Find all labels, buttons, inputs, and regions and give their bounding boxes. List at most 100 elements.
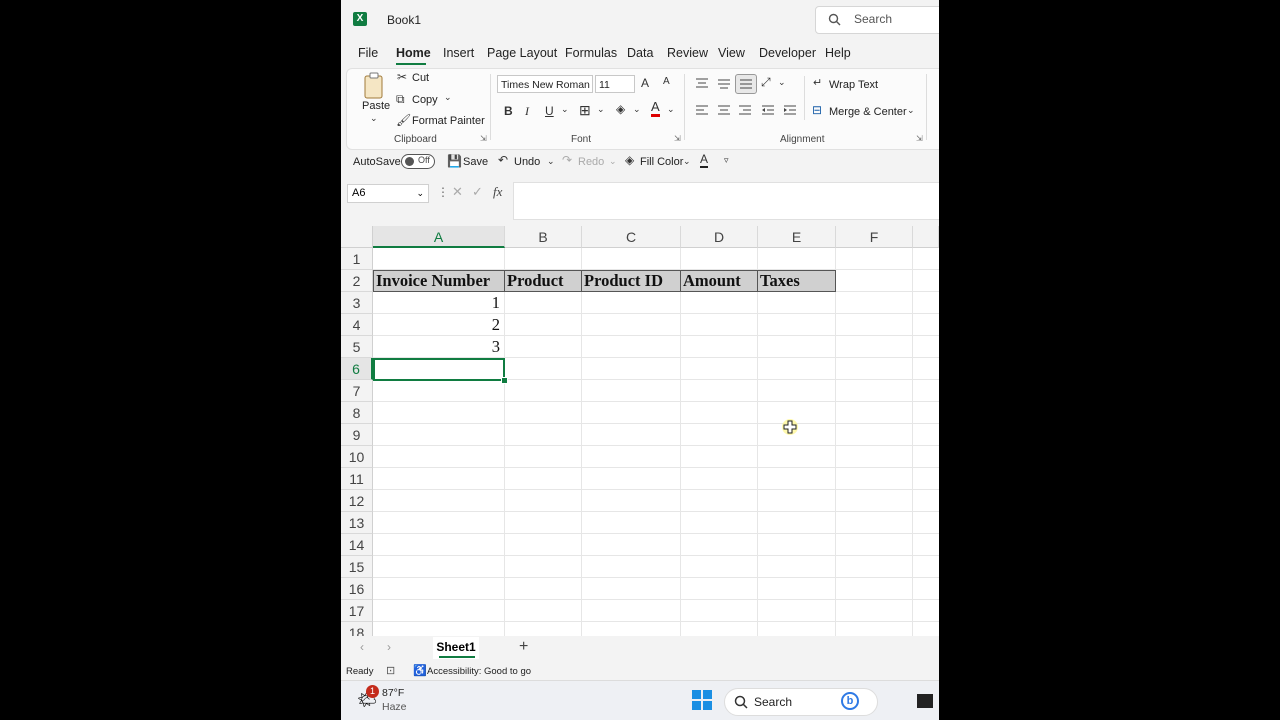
row-header[interactable]: 16: [341, 578, 373, 600]
insert-function-icon[interactable]: fx: [493, 184, 502, 200]
row-header[interactable]: 7: [341, 380, 373, 402]
name-box-dropdown-icon[interactable]: ⌄: [416, 185, 424, 202]
row-header[interactable]: 8: [341, 402, 373, 424]
align-top-icon[interactable]: [695, 77, 709, 89]
header-cell-taxes[interactable]: Taxes: [757, 270, 836, 292]
weather-temp[interactable]: 87°F: [382, 687, 404, 699]
header-cell-amount[interactable]: Amount: [680, 270, 758, 292]
redo-dropdown-icon[interactable]: ⌄: [609, 156, 617, 167]
add-sheet-button[interactable]: +: [519, 638, 528, 656]
task-view-icon[interactable]: [917, 694, 933, 708]
cell-a5[interactable]: 3: [373, 336, 504, 358]
row-header[interactable]: 14: [341, 534, 373, 556]
alignment-launcher-icon[interactable]: ⇲: [916, 134, 923, 143]
underline-dropdown-icon[interactable]: ⌄: [561, 104, 569, 115]
paste-label[interactable]: Paste: [362, 100, 390, 112]
column-header-d[interactable]: D: [681, 226, 758, 248]
cancel-entry-icon[interactable]: ✕: [452, 184, 463, 200]
accessibility-status[interactable]: Accessibility: Good to go: [427, 666, 531, 677]
align-right-icon[interactable]: [738, 104, 752, 116]
row-header[interactable]: 1: [341, 248, 373, 270]
fill-color-icon[interactable]: ◈: [616, 102, 625, 116]
tab-view[interactable]: View: [718, 46, 745, 60]
header-cell-product[interactable]: Product: [504, 270, 582, 292]
windows-start-icon[interactable]: [692, 690, 712, 710]
font-size-combo[interactable]: 11: [595, 75, 635, 93]
spreadsheet-grid[interactable]: A B C D E F 1 2 3 4 5 6 7 8 9 10 11 12 1…: [341, 226, 939, 644]
paste-button[interactable]: [362, 72, 386, 100]
column-header-g[interactable]: [913, 226, 939, 248]
column-header-f[interactable]: F: [836, 226, 913, 248]
scroll-right-icon[interactable]: ›: [387, 640, 391, 654]
tab-formulas[interactable]: Formulas: [565, 46, 617, 60]
grow-font-button[interactable]: A: [641, 76, 649, 90]
row-header[interactable]: 15: [341, 556, 373, 578]
cell-a3[interactable]: 1: [373, 292, 504, 314]
row-header[interactable]: 17: [341, 600, 373, 622]
header-cell-invoice-number[interactable]: Invoice Number: [373, 270, 505, 292]
save-button[interactable]: Save: [463, 156, 488, 168]
font-color-button[interactable]: A: [651, 100, 660, 117]
formula-input[interactable]: [513, 182, 939, 220]
row-header[interactable]: 9: [341, 424, 373, 446]
wrap-text-button[interactable]: Wrap Text: [829, 79, 878, 91]
merge-center-button[interactable]: Merge & Center: [829, 106, 907, 118]
more-options-icon[interactable]: ⋮: [437, 185, 449, 199]
cut-button[interactable]: Cut: [412, 72, 429, 84]
fill-handle[interactable]: [501, 377, 508, 384]
align-bottom-button[interactable]: [735, 74, 757, 94]
taskbar-search[interactable]: Search b: [724, 688, 878, 716]
macro-record-icon[interactable]: ⊡: [386, 664, 395, 677]
header-cell-product-id[interactable]: Product ID: [581, 270, 681, 292]
font-color-qat-button[interactable]: A: [700, 153, 709, 168]
merge-dropdown-icon[interactable]: ⌄: [907, 105, 915, 116]
row-header[interactable]: 5: [341, 336, 373, 358]
shrink-font-button[interactable]: A: [663, 76, 670, 87]
tab-developer[interactable]: Developer: [759, 46, 816, 60]
tab-home[interactable]: Home: [396, 46, 431, 60]
bold-button[interactable]: B: [504, 104, 513, 118]
row-header[interactable]: 6: [341, 358, 373, 380]
orientation-icon[interactable]: ⤢: [761, 75, 771, 90]
column-header-b[interactable]: B: [505, 226, 582, 248]
fill-color-dropdown-icon[interactable]: ⌄: [633, 104, 641, 115]
cell-a4[interactable]: 2: [373, 314, 504, 336]
name-box[interactable]: A6 ⌄: [347, 184, 429, 203]
row-header[interactable]: 11: [341, 468, 373, 490]
tab-page-layout[interactable]: Page Layout: [487, 46, 557, 60]
format-painter-button[interactable]: Format Painter: [412, 115, 485, 127]
autosave-toggle[interactable]: Off: [401, 154, 435, 169]
increase-indent-icon[interactable]: [783, 104, 797, 116]
row-header[interactable]: 13: [341, 512, 373, 534]
borders-icon[interactable]: ⊞: [579, 102, 591, 119]
tab-insert[interactable]: Insert: [443, 46, 474, 60]
bing-icon[interactable]: b: [841, 692, 859, 710]
fill-color-button[interactable]: Fill Color: [640, 156, 683, 168]
paste-dropdown-icon[interactable]: ⌄: [370, 113, 378, 124]
font-launcher-icon[interactable]: ⇲: [674, 134, 681, 143]
row-header[interactable]: 12: [341, 490, 373, 512]
italic-button[interactable]: I: [525, 104, 529, 119]
decrease-indent-icon[interactable]: [761, 104, 775, 116]
undo-button[interactable]: Undo: [514, 156, 540, 168]
fill-color-dropdown-icon[interactable]: ⌄: [683, 156, 691, 167]
select-all-corner[interactable]: [341, 226, 373, 248]
search-box[interactable]: Search: [815, 6, 939, 34]
undo-dropdown-icon[interactable]: ⌄: [547, 156, 555, 167]
column-header-a[interactable]: A: [373, 226, 505, 248]
customize-qat-icon[interactable]: ▿: [724, 155, 729, 166]
align-center-icon[interactable]: [717, 104, 731, 116]
font-name-combo[interactable]: Times New Roman: [497, 75, 593, 93]
tab-file[interactable]: File: [358, 46, 378, 60]
align-left-icon[interactable]: [695, 104, 709, 116]
row-header[interactable]: 4: [341, 314, 373, 336]
active-cell-a6[interactable]: [373, 358, 505, 381]
font-color-dropdown-icon[interactable]: ⌄: [667, 104, 675, 115]
tab-help[interactable]: Help: [825, 46, 851, 60]
borders-dropdown-icon[interactable]: ⌄: [597, 104, 605, 115]
accessibility-icon[interactable]: ♿: [413, 664, 427, 677]
clipboard-launcher-icon[interactable]: ⇲: [480, 134, 487, 143]
redo-button[interactable]: Redo: [578, 156, 604, 168]
underline-button[interactable]: U: [545, 104, 554, 118]
column-header-c[interactable]: C: [582, 226, 681, 248]
